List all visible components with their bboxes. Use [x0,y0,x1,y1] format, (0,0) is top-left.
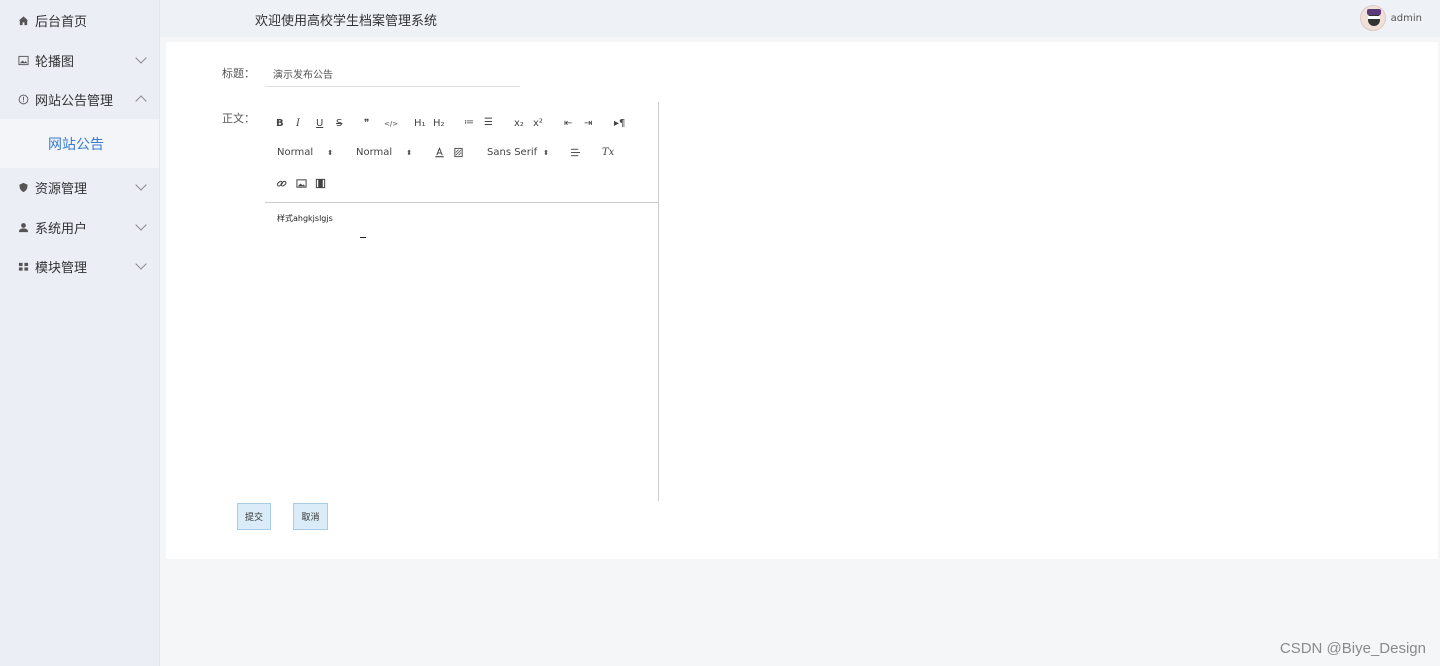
outdent-button[interactable]: ⇤ [564,118,572,130]
image-icon [296,179,307,188]
align-button[interactable] [570,147,581,162]
sidebar-item-label: 模块管理 [35,260,88,276]
image-icon [17,54,29,66]
form-card: 标题： 正文： B I U S ❞ </> H₁ H₂ ≔ ☰ x₂ x² ⇤ … [166,42,1438,559]
text-caret [360,237,366,238]
chevron-up-icon [135,95,147,107]
rich-text-editor: B I U S ❞ </> H₁ H₂ ≔ ☰ x₂ x² ⇤ ⇥ ▸¶ Nor… [265,102,659,501]
sidebar-item-home[interactable]: 后台首页 [0,0,159,40]
video-icon [315,178,326,189]
watermark: CSDN @Biye_Design [1279,640,1426,657]
size-select[interactable]: Normal ⬍ [277,147,333,158]
bullet-list-button[interactable]: ☰ [484,117,493,129]
chevron-down-icon [135,219,147,231]
sidebar-item-carousel[interactable]: 轮播图 [0,40,159,80]
font-color-icon [435,147,444,158]
user-icon [17,221,29,233]
font-color-button[interactable] [434,147,445,162]
select-arrows-icon: ⬍ [327,148,334,157]
sidebar-item-resources[interactable]: 资源管理 [0,167,159,207]
chevron-down-icon [135,258,147,270]
link-icon [276,180,287,187]
video-button[interactable] [315,178,326,193]
editor-toolbar: B I U S ❞ </> H₁ H₂ ≔ ☰ x₂ x² ⇤ ⇥ ▸¶ Nor… [265,102,658,203]
info-circle-icon [17,93,29,105]
sidebar-item-label: 轮播图 [35,54,75,70]
editor-content[interactable]: 样式ahgkjslgjs [277,213,333,224]
select-arrows-icon: ⬍ [406,148,413,157]
italic-button[interactable]: I [296,118,300,130]
top-header: 欢迎使用高校学生档案管理系统 admin [160,0,1440,37]
sidebar-item-announcement-mgmt[interactable]: 网站公告管理 [0,79,159,119]
user-menu[interactable]: admin [1359,5,1422,31]
cancel-button[interactable]: 取消 [293,503,328,530]
username: admin [1390,12,1422,24]
sidebar-subitem-label: 网站公告 [48,136,104,153]
submit-button[interactable]: 提交 [237,503,271,530]
image-button[interactable] [296,178,307,193]
shield-icon [17,181,29,193]
underline-button[interactable]: U [316,118,323,130]
code-block-button[interactable]: </> [384,118,398,130]
blockquote-button[interactable]: ❞ [364,118,369,130]
clean-format-button[interactable]: Tx [602,147,614,159]
welcome-text: 欢迎使用高校学生档案管理系统 [255,14,438,29]
font-select-value: Sans Serif [487,147,538,158]
font-select[interactable]: Sans Serif ⬍ [487,147,549,158]
indent-button[interactable]: ⇥ [584,118,592,130]
select-arrows-icon: ⬍ [543,148,549,157]
chevron-down-icon [135,179,147,191]
sidebar-item-label: 网站公告管理 [35,93,114,109]
h1-button[interactable]: H₁ [414,118,426,130]
h2-button[interactable]: H₂ [433,118,445,130]
background-color-icon [454,147,463,158]
sidebar-item-label: 后台首页 [35,14,88,30]
sidebar-item-modules[interactable]: 模块管理 [0,246,159,286]
avatar[interactable] [1359,5,1386,31]
bold-button[interactable]: B [276,118,284,130]
header-select-value: Normal [356,147,393,158]
link-button[interactable] [276,178,287,193]
sidebar: 后台首页 轮播图 网站公告管理 网站公告 资源管理 系统用户 模块管理 [0,0,160,666]
sidebar-subitem-announcement[interactable]: 网站公告 [0,119,159,168]
superscript-button[interactable]: x² [533,118,543,130]
title-input[interactable] [265,60,520,87]
title-label: 标题： [222,67,255,80]
sidebar-item-system-users[interactable]: 系统用户 [0,207,159,247]
header-select[interactable]: Normal ⬍ [356,147,412,158]
sidebar-item-label: 系统用户 [35,221,88,237]
subscript-button[interactable]: x₂ [514,118,524,130]
align-icon [570,148,581,157]
sidebar-item-label: 资源管理 [35,181,88,197]
grid-icon [17,260,29,272]
size-select-value: Normal [277,147,314,158]
background-color-button[interactable] [453,147,464,162]
home-icon [17,14,29,26]
content-label: 正文： [222,112,255,125]
chevron-down-icon [135,52,147,64]
strike-button[interactable]: S [336,118,342,130]
text-direction-button[interactable]: ▸¶ [614,118,625,130]
ordered-list-button[interactable]: ≔ [464,117,474,129]
